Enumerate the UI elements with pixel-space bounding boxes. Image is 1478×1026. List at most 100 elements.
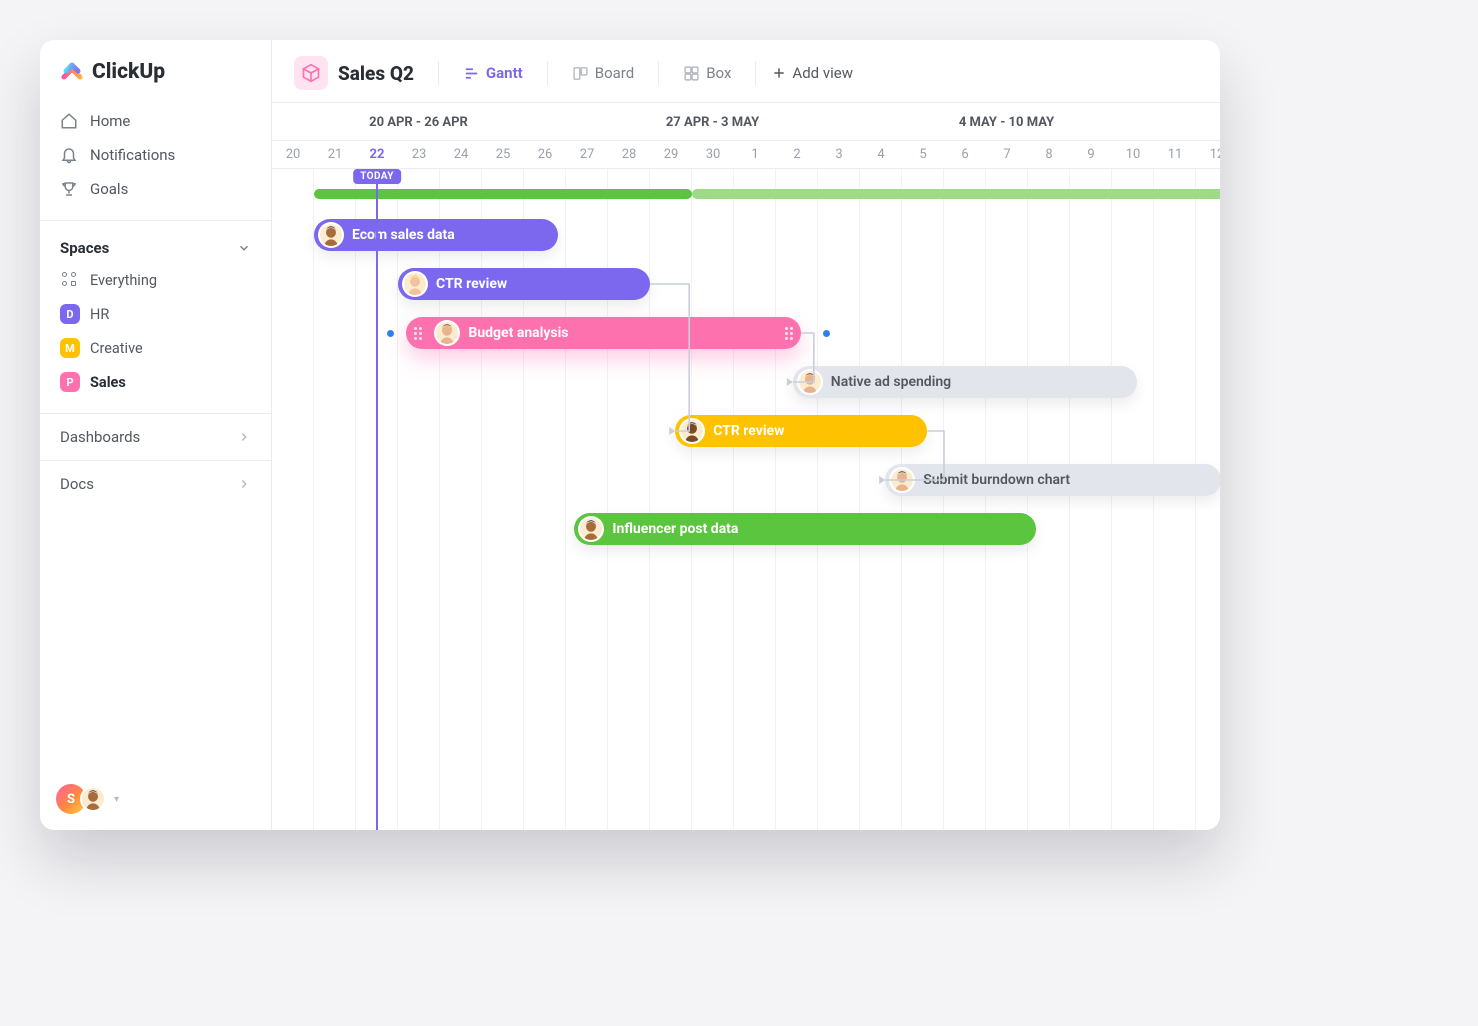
section-docs[interactable]: Docs [40,461,271,507]
view-board[interactable]: Board [564,58,642,88]
day-cell[interactable]: 24 [440,141,482,168]
user-avatar [80,786,106,812]
space-label: Creative [90,340,143,357]
day-cell[interactable]: 26 [524,141,566,168]
assignee-avatar[interactable] [889,467,915,493]
task-bar[interactable]: Ecom sales data [314,219,558,251]
add-view-label: Add view [792,64,853,82]
task-bar[interactable]: Influencer post data [574,513,1036,545]
assignee-avatar[interactable] [318,222,344,248]
view-gantt-label: Gantt [486,64,523,82]
day-cell[interactable]: 8 [1028,141,1070,168]
space-hr[interactable]: D HR [50,297,261,331]
day-cell[interactable]: 9 [1070,141,1112,168]
brand-logo[interactable]: ClickUp [40,60,271,98]
assignee-avatar[interactable] [797,369,823,395]
day-cell[interactable]: 29 [650,141,692,168]
trophy-icon [60,180,78,198]
day-cell[interactable]: 27 [566,141,608,168]
clickup-logo-icon [60,60,84,84]
day-cell[interactable]: 1 [734,141,776,168]
chevron-right-icon [237,430,251,444]
space-badge: M [60,338,80,358]
nav-goals-label: Goals [90,180,128,198]
nav-goals[interactable]: Goals [50,172,261,206]
cube-icon [301,63,321,83]
day-cell[interactable]: 12 [1196,141,1220,168]
everything-icon [62,272,78,288]
space-everything-label: Everything [90,272,157,289]
divider [547,61,548,85]
milestone-dot[interactable] [387,330,394,337]
task-label: Submit burndown chart [923,472,1070,488]
topbar: Sales Q2 Gantt Board Box Add view [272,40,1220,102]
drag-handle-icon[interactable] [414,324,422,342]
day-cell[interactable]: 20 [272,141,314,168]
view-box[interactable]: Box [675,58,739,88]
day-cell[interactable]: 7 [986,141,1028,168]
drag-handle-icon[interactable] [785,324,793,342]
day-cell[interactable]: 22 [356,141,398,168]
primary-nav: Home Notifications Goals [40,98,271,212]
section-dashboards[interactable]: Dashboards [40,414,271,461]
task-bar[interactable]: CTR review [675,415,927,447]
week-label: 27 APR - 3 MAY [566,103,860,140]
day-cell[interactable]: 10 [1112,141,1154,168]
workspace-icon[interactable] [294,56,328,90]
day-cell[interactable]: 21 [314,141,356,168]
assignee-avatar[interactable] [402,271,428,297]
view-board-label: Board [595,64,634,82]
task-bar[interactable]: Budget analysis [406,317,801,349]
day-cell[interactable]: 25 [482,141,524,168]
spaces-list: Everything D HR M Creative P Sales [40,263,271,399]
view-gantt[interactable]: Gantt [455,58,531,88]
task-label: Influencer post data [612,521,738,537]
summary-bar[interactable] [692,189,1220,199]
assignee-avatar[interactable] [434,320,460,346]
bell-icon [60,146,78,164]
divider [755,61,756,85]
day-cell[interactable]: 6 [944,141,986,168]
task-label: Budget analysis [468,325,568,341]
nav-notifications-label: Notifications [90,146,175,164]
today-line [376,169,378,830]
divider [658,61,659,85]
summary-bar[interactable] [314,189,692,199]
workspace-title: Sales Q2 [338,62,414,85]
user-menu[interactable]: S ▾ [40,784,271,814]
gantt-body[interactable]: TODAY Ecom sales data CTR review Budget … [272,169,1220,830]
day-cell[interactable]: 4 [860,141,902,168]
day-cell[interactable]: 3 [818,141,860,168]
nav-home[interactable]: Home [50,104,261,138]
home-icon [60,112,78,130]
space-sales[interactable]: P Sales [50,365,261,399]
space-label: HR [90,306,109,323]
day-cell[interactable]: 23 [398,141,440,168]
spaces-header[interactable]: Spaces [40,229,271,263]
day-cell[interactable]: 2 [776,141,818,168]
main-panel: Sales Q2 Gantt Board Box Add view [272,40,1220,830]
day-cell[interactable]: 28 [608,141,650,168]
assignee-avatar[interactable] [679,418,705,444]
spaces-title: Spaces [60,239,109,257]
task-bar[interactable]: CTR review [398,268,650,300]
space-creative[interactable]: M Creative [50,331,261,365]
task-label: CTR review [436,276,507,292]
task-label: Native ad spending [831,374,951,390]
space-badge: P [60,372,80,392]
timeline-header: 20 APR - 26 APR27 APR - 3 MAY4 MAY - 10 … [272,102,1220,169]
task-label: Ecom sales data [352,227,455,243]
day-cell[interactable]: 11 [1154,141,1196,168]
assignee-avatar[interactable] [578,516,604,542]
task-bar[interactable]: Submit burndown chart [885,464,1220,496]
chevron-right-icon [237,477,251,491]
nav-notifications[interactable]: Notifications [50,138,261,172]
space-everything[interactable]: Everything [50,263,261,297]
today-badge: TODAY [353,169,401,184]
add-view-button[interactable]: Add view [772,64,853,82]
day-cell[interactable]: 5 [902,141,944,168]
day-cell[interactable]: 30 [692,141,734,168]
divider [438,61,439,85]
task-bar[interactable]: Native ad spending [793,366,1137,398]
week-label: 20 APR - 26 APR [272,103,566,140]
